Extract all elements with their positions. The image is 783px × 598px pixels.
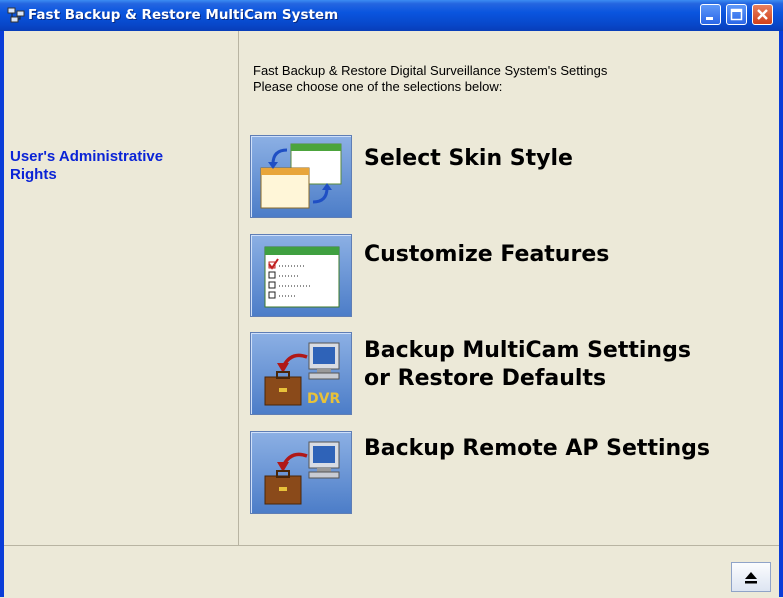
window-title: Fast Backup & Restore MultiCam System	[28, 7, 339, 23]
select-skin-style-option[interactable]: Select Skin Style	[250, 135, 770, 220]
backup-multicam-button[interactable]: DVR	[250, 332, 352, 415]
customize-features-button[interactable]	[250, 234, 352, 317]
select-skin-style-label: Select Skin Style	[364, 146, 573, 171]
user-rights-label: User's Administrative Rights	[10, 148, 164, 183]
minimize-button[interactable]	[700, 4, 721, 25]
close-button[interactable]	[752, 4, 773, 25]
briefcase-dvr-icon: DVR	[264, 342, 340, 407]
backup-multicam-label-line-1: Backup MultiCam Settings	[364, 338, 691, 363]
title-bar[interactable]: Fast Backup & Restore MultiCam System	[0, 0, 783, 31]
intro-line-2: Please choose one of the selections belo…	[253, 79, 503, 94]
checklist-window-icon	[264, 246, 340, 308]
backup-remote-ap-label: Backup Remote AP Settings	[364, 436, 711, 461]
app-window: Fast Backup & Restore MultiCam System Us…	[0, 0, 783, 598]
sidebar: User's Administrative Rights	[4, 31, 239, 545]
intro-text: Fast Backup & Restore Digital Surveillan…	[253, 63, 607, 95]
customize-features-option[interactable]: Customize Features	[250, 234, 770, 319]
customize-features-label: Customize Features	[364, 242, 610, 267]
eject-button[interactable]	[731, 562, 771, 592]
briefcase-monitor-icon	[264, 441, 340, 505]
app-network-icon	[7, 7, 25, 23]
dvr-badge: DVR	[307, 391, 340, 407]
eject-icon	[745, 572, 757, 584]
maximize-icon	[730, 8, 743, 21]
status-bar	[4, 545, 779, 598]
intro-line-1: Fast Backup & Restore Digital Surveillan…	[253, 63, 608, 78]
backup-remote-ap-option[interactable]: Backup Remote AP Settings	[250, 431, 770, 516]
select-skin-style-button[interactable]	[250, 135, 352, 218]
maximize-button[interactable]	[726, 4, 747, 25]
backup-multicam-option[interactable]: DVR Backup MultiCam Settings or Restore …	[250, 332, 770, 417]
skin-windows-icon	[260, 143, 342, 209]
main-panel: Fast Backup & Restore Digital Surveillan…	[239, 31, 779, 545]
backup-multicam-label: Backup MultiCam Settings or Restore Defa…	[364, 337, 691, 393]
minimize-icon	[706, 17, 713, 20]
backup-multicam-label-line-2: or Restore Defaults	[364, 366, 607, 391]
backup-remote-ap-button[interactable]	[250, 431, 352, 514]
close-icon	[757, 9, 768, 20]
